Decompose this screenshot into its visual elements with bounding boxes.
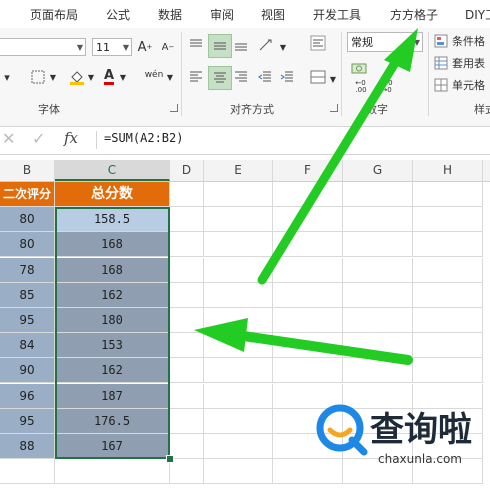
arrow-to-number-format [257,28,418,285]
arrow-to-selection [194,318,413,365]
watermark-url: chaxunla.com [378,452,462,466]
watermark-logo-icon [316,404,368,456]
watermark: 查询啦 chaxunla.com [316,400,486,474]
watermark-text: 查询啦 [370,410,472,450]
